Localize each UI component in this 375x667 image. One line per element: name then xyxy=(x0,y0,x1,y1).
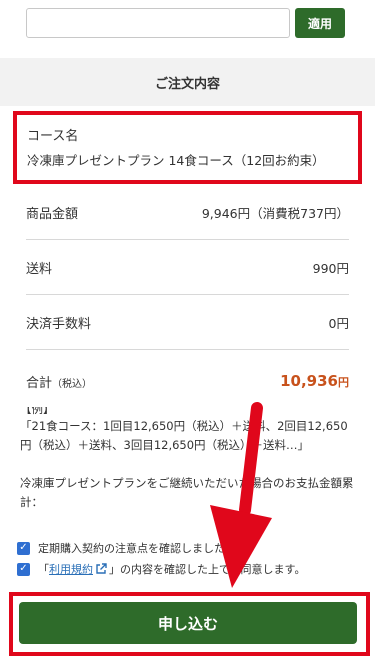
agree-contract-checkbox-row[interactable]: ✓ 定期購入契約の注意点を確認しました xyxy=(17,540,225,556)
terms-link[interactable]: 利用規約 xyxy=(49,561,93,577)
notes-line: 【例】 xyxy=(20,407,55,416)
agree-terms-suffix: 」の内容を確認した上で、同意します。 xyxy=(109,563,306,576)
price-row-fee: 決済手数料 0円 xyxy=(26,295,349,350)
order-summary-header: ご注文内容 xyxy=(0,58,375,106)
subscription-notes[interactable]: 【例】 「21食コース：1回目12,650円（税込）＋送料、2回目12,650円… xyxy=(15,407,360,527)
payment-fee-label: 決済手数料 xyxy=(26,316,92,332)
external-link-icon[interactable] xyxy=(95,563,107,575)
total-label: 合計（税込） xyxy=(26,372,92,391)
agree-contract-label: 定期購入契約の注意点を確認しました xyxy=(38,542,225,555)
course-highlight-box: コース名 冷凍庫プレゼントプラン 14食コース（12回お約束） xyxy=(13,111,362,184)
coupon-code-input[interactable] xyxy=(26,8,290,38)
notes-line: 「21食コース：1回目12,650円（税込）＋送料、2回目12,650円（税込）… xyxy=(20,419,348,452)
total-amount-unit: 円 xyxy=(338,376,349,389)
course-label: コース名 xyxy=(27,129,79,144)
course-name: 冷凍庫プレゼントプラン 14食コース（12回お約束） xyxy=(27,153,325,168)
product-price-label: 商品金額 xyxy=(26,206,79,222)
total-amount: 10,936円 xyxy=(280,372,349,390)
checkbox-checked-icon[interactable]: ✓ xyxy=(17,562,30,576)
payment-fee-value: 0円 xyxy=(328,315,349,331)
price-row-product: 商品金額 9,946円（消費税737円） xyxy=(26,185,349,240)
total-amount-number: 10,936 xyxy=(280,372,338,390)
coupon-row: 適用 xyxy=(0,0,375,55)
total-tax-note: （税込） xyxy=(52,378,93,390)
apply-submit-button[interactable]: 申し込む xyxy=(19,602,357,644)
shipping-value: 990円 xyxy=(312,260,349,276)
checkbox-checked-icon[interactable]: ✓ xyxy=(17,541,30,555)
shipping-label: 送料 xyxy=(26,261,53,277)
price-row-shipping: 送料 990円 xyxy=(26,240,349,295)
product-price-value: 9,946円（消費税737円） xyxy=(201,205,349,221)
agree-terms-prefix: 「 xyxy=(38,563,49,576)
apply-coupon-button[interactable]: 適用 xyxy=(295,8,345,38)
total-row: 合計（税込） 10,936円 xyxy=(26,352,349,410)
notes-line: 冷凍庫プレゼントプランをご継続いただいた場合のお支払金額累計： xyxy=(20,476,354,509)
notes-line xyxy=(20,455,355,474)
total-label-text: 合計 xyxy=(26,375,53,391)
agree-terms-checkbox-row[interactable]: ✓ 「利用規約 」の内容を確認した上で、同意します。 xyxy=(17,561,305,577)
